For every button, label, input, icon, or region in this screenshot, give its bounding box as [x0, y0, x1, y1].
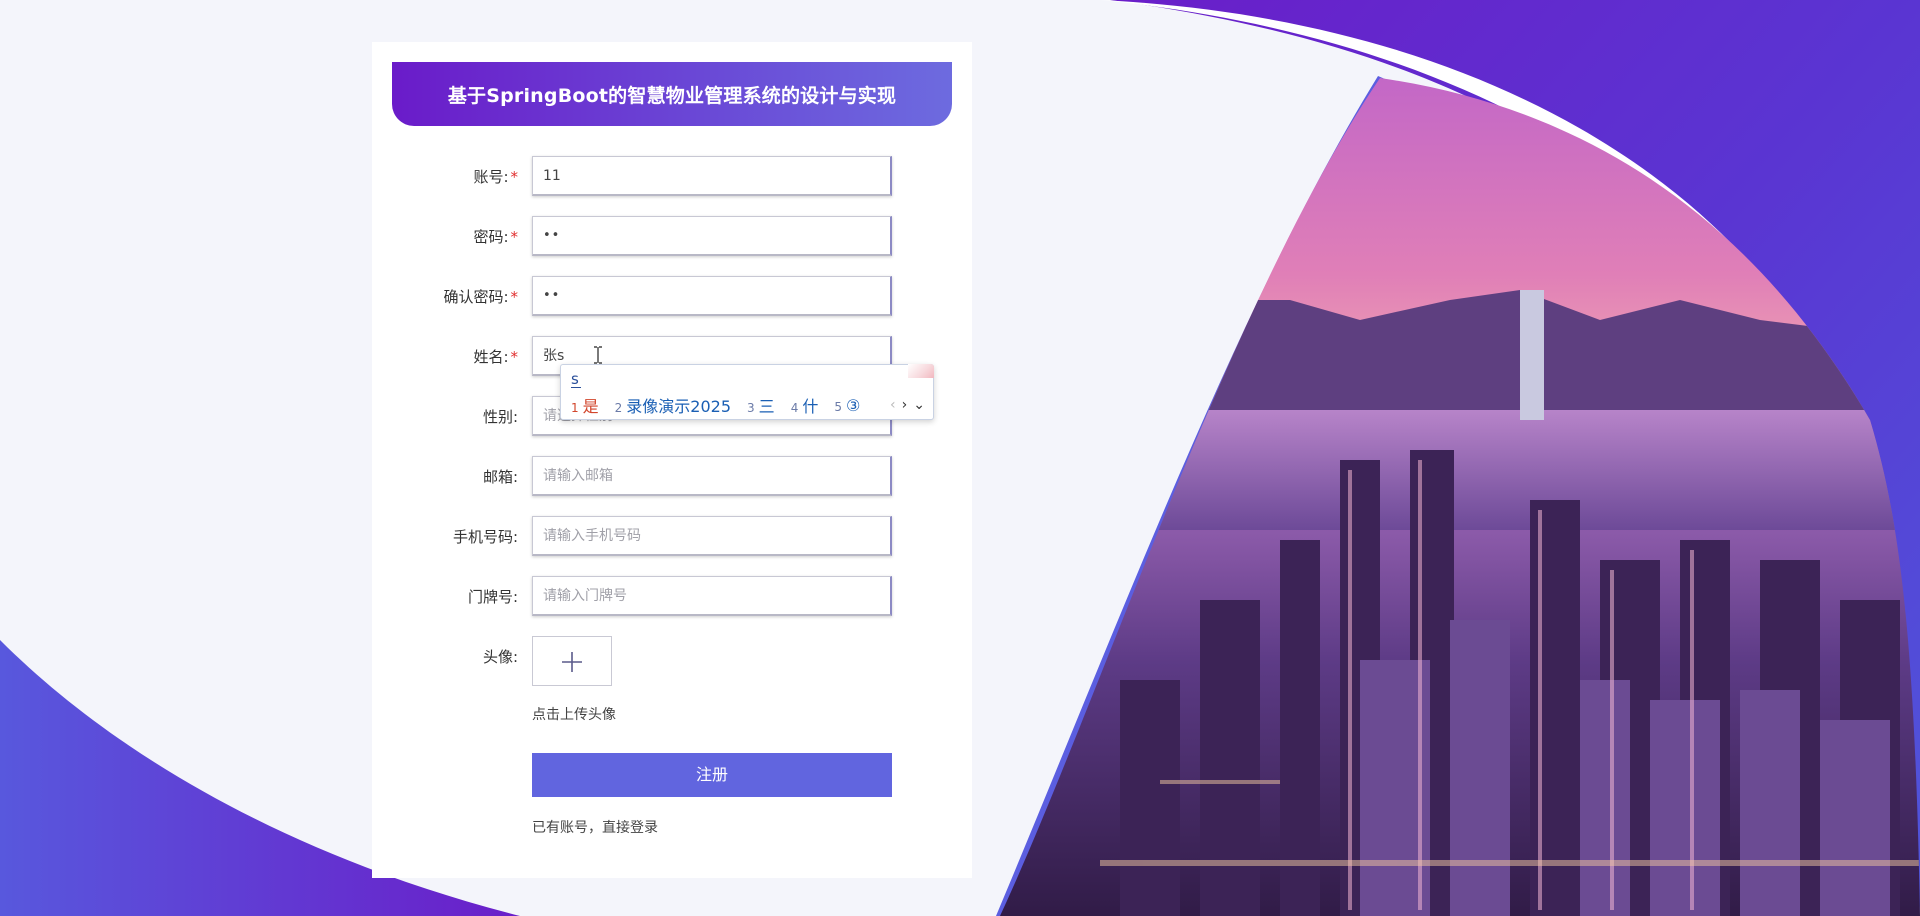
account-row: 账号: * 11: [372, 156, 972, 198]
required-mark: *: [510, 348, 519, 366]
text-cursor-icon: [594, 346, 602, 364]
ime-next-page-icon[interactable]: ›: [902, 397, 908, 413]
door-number-row: 门牌号: 请输入门牌号: [372, 576, 972, 618]
ime-candidate[interactable]: 5③: [834, 396, 860, 415]
name-label: 姓名: *: [473, 348, 519, 366]
phone-row: 手机号码: 请输入手机号码: [372, 516, 972, 558]
avatar-row: 头像:: [372, 636, 972, 688]
ime-candidate[interactable]: 2 录像演示2025: [615, 393, 731, 417]
ime-candidate-popup: s 1是 2 录像演示2025 3三 4什 5③ ‹ › ⌄: [560, 364, 934, 420]
phone-input[interactable]: 请输入手机号码: [532, 516, 892, 556]
password-label: 密码: *: [473, 228, 519, 246]
confirm-password-label: 确认密码: *: [443, 288, 519, 306]
register-card: 基于SpringBoot的智慧物业管理系统的设计与实现 账号: * 11 密码: *…: [372, 42, 972, 878]
ime-candidate[interactable]: 4什: [791, 393, 819, 417]
ime-candidate[interactable]: 3三: [747, 393, 775, 417]
confirm-password-input[interactable]: ••: [532, 276, 892, 316]
plus-icon: [562, 652, 582, 672]
ime-candidate-list: 1是 2 录像演示2025 3三 4什 5③: [571, 393, 876, 417]
email-label: 邮箱:: [482, 468, 518, 486]
gender-label: 性别:: [482, 408, 518, 426]
door-number-label: 门牌号:: [467, 588, 518, 606]
door-number-input[interactable]: 请输入门牌号: [532, 576, 892, 616]
login-link[interactable]: 已有账号，直接登录: [532, 817, 658, 837]
ime-composition-text: s: [571, 367, 581, 391]
avatar-upload-button[interactable]: [532, 636, 612, 686]
email-row: 邮箱: 请输入邮箱: [372, 456, 972, 498]
ime-candidate[interactable]: 1是: [571, 393, 599, 417]
avatar-upload-hint: 点击上传头像: [532, 707, 616, 723]
account-input[interactable]: 11: [532, 156, 892, 196]
required-mark: *: [510, 228, 519, 246]
ime-expand-icon[interactable]: ⌄: [913, 397, 925, 413]
phone-label: 手机号码:: [452, 528, 518, 546]
password-row: 密码: * ••: [372, 216, 972, 258]
account-label: 账号: *: [473, 168, 519, 186]
ime-prev-page-icon[interactable]: ‹: [890, 397, 896, 413]
required-mark: *: [510, 288, 519, 306]
password-input[interactable]: ••: [532, 216, 892, 256]
avatar-label: 头像:: [482, 648, 518, 666]
email-input[interactable]: 请输入邮箱: [532, 456, 892, 496]
register-button[interactable]: 注册: [532, 753, 892, 797]
ime-skin-decoration: [908, 364, 934, 378]
required-mark: *: [510, 168, 519, 186]
confirm-password-row: 确认密码: * ••: [372, 276, 972, 318]
ime-navigation: ‹ › ⌄: [890, 397, 925, 413]
page-title: 基于SpringBoot的智慧物业管理系统的设计与实现: [392, 62, 952, 126]
